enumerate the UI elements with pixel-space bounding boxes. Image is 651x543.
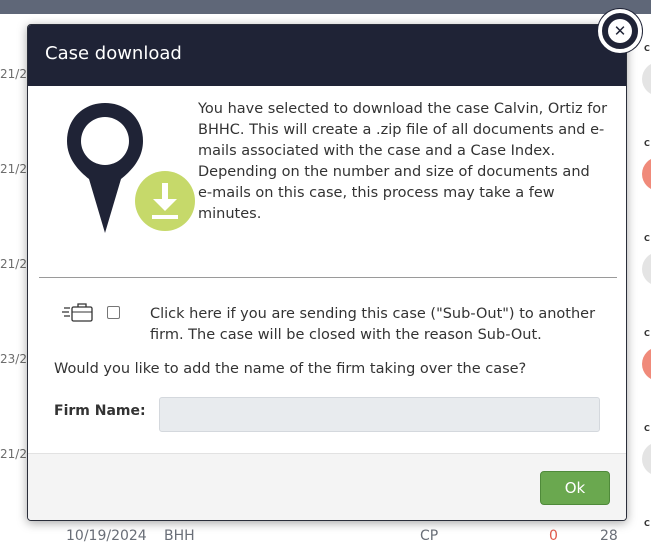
firm-question: Would you like to add the name of the fi…	[54, 361, 527, 377]
dialog-title: Case download	[45, 43, 182, 64]
avatar	[642, 252, 651, 286]
bg-row-type: CP	[420, 528, 439, 543]
avatar	[642, 62, 651, 96]
download-message: You have selected to download the case C…	[198, 101, 608, 222]
download-illustration	[65, 99, 195, 239]
bg-row-count: 28	[600, 528, 618, 543]
close-button[interactable]: ✕	[598, 9, 642, 53]
right-label: C	[644, 329, 650, 338]
bg-row-date: 10/19/2024	[66, 528, 147, 543]
sub-out-label: Click here if you are sending this case …	[150, 306, 596, 343]
sub-out-checkbox[interactable]	[107, 306, 120, 319]
avatar	[642, 347, 651, 381]
divider	[39, 277, 617, 278]
dialog-header: Case download	[28, 25, 626, 86]
avatar	[642, 157, 651, 191]
briefcase-send-icon	[62, 303, 93, 322]
right-label: C	[644, 519, 650, 528]
firm-name-label: Firm Name:	[54, 403, 146, 419]
right-label: C	[644, 139, 650, 148]
app-top-bar	[0, 0, 651, 14]
close-icon: ✕	[608, 19, 632, 43]
case-download-dialog: Case download You have selected to downl…	[27, 24, 627, 521]
avatar	[642, 442, 651, 476]
right-column: C C C C C C	[640, 0, 651, 543]
page: 21/20 21/20 21/20 23/20 21/20 10/19/2024…	[0, 0, 651, 543]
bg-row-count-red: 0	[549, 528, 558, 543]
ok-button[interactable]: Ok	[540, 471, 610, 505]
right-label: C	[644, 44, 650, 53]
dialog-footer: Ok	[28, 453, 626, 520]
firm-name-input[interactable]	[159, 397, 600, 432]
bg-row-code: BHH	[164, 528, 195, 543]
right-label: C	[644, 424, 650, 433]
right-label: C	[644, 234, 650, 243]
download-icon	[135, 171, 195, 231]
